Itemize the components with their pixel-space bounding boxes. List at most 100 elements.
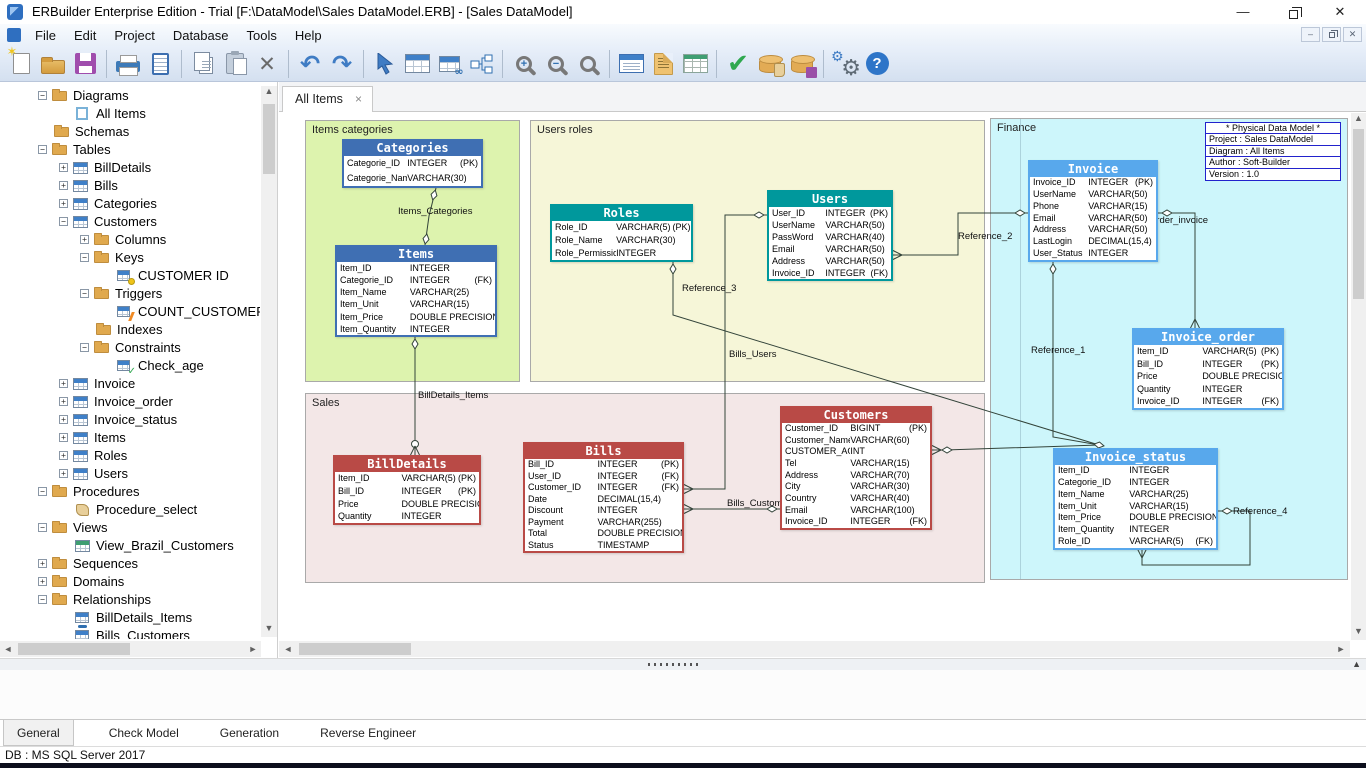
- menu-project[interactable]: Project: [105, 26, 163, 45]
- zoom-in-button[interactable]: +: [508, 48, 540, 80]
- model-info-box[interactable]: * Physical Data Model *Project : Sales D…: [1205, 122, 1341, 181]
- entity-invoice[interactable]: InvoiceInvoice_IDINTEGER(PK)UserNameVARC…: [1028, 160, 1158, 262]
- entity-categories[interactable]: CategoriesCategorie_IDINTEGER(PK)Categor…: [342, 139, 483, 188]
- tree-item-keys[interactable]: −Keys: [0, 248, 260, 266]
- help-button[interactable]: ?: [861, 48, 893, 80]
- expand-icon[interactable]: +: [80, 235, 89, 244]
- canvas-horizontal-scrollbar[interactable]: ◄ ►: [279, 641, 1350, 657]
- collapse-icon[interactable]: −: [38, 595, 47, 604]
- tree-item-relationships[interactable]: −Relationships: [0, 590, 260, 608]
- paste-button[interactable]: [219, 48, 251, 80]
- pointer-button[interactable]: [369, 48, 401, 80]
- diagram-canvas[interactable]: Items categoriesUsers rolesSalesFinanceI…: [279, 112, 1351, 641]
- tree-item-billdetails[interactable]: +BillDetails: [0, 158, 260, 176]
- entity-bills[interactable]: BillsBill_IDINTEGER(PK)User_IDINTEGER(FK…: [523, 442, 684, 553]
- output-tab-reverse-engineer[interactable]: Reverse Engineer: [307, 720, 429, 746]
- form-view-button[interactable]: [679, 48, 711, 80]
- collapse-icon[interactable]: −: [38, 487, 47, 496]
- zoom-button[interactable]: [572, 48, 604, 80]
- menu-edit[interactable]: Edit: [65, 26, 105, 45]
- model-tree-button[interactable]: [465, 48, 497, 80]
- tree-item-bills[interactable]: +Bills: [0, 176, 260, 194]
- redo-button[interactable]: ↷: [326, 48, 358, 80]
- tree-item-check-age[interactable]: ✓Check_age: [0, 356, 260, 374]
- entity-roles[interactable]: RolesRole_IDVARCHAR(5)(PK)Role_NameVARCH…: [550, 204, 693, 262]
- output-tab-general[interactable]: General: [3, 720, 74, 746]
- tree-horizontal-scrollbar[interactable]: ◄ ►: [0, 641, 261, 657]
- tree-item-triggers[interactable]: −Triggers: [0, 284, 260, 302]
- scrollbar-thumb[interactable]: [299, 643, 411, 655]
- entity-invoice-order[interactable]: Invoice_orderItem_IDVARCHAR(5)(PK)Bill_I…: [1132, 328, 1284, 410]
- canvas-vertical-scrollbar[interactable]: ▲ ▼: [1351, 113, 1366, 640]
- zoom-out-button[interactable]: −: [540, 48, 572, 80]
- expand-icon[interactable]: +: [59, 469, 68, 478]
- minimize-button[interactable]: —: [1228, 3, 1258, 21]
- tree-item-tables[interactable]: −Tables: [0, 140, 260, 158]
- scroll-right-icon[interactable]: ►: [1335, 644, 1347, 654]
- tree-item-diagrams[interactable]: −Diagrams: [0, 86, 260, 104]
- expand-icon[interactable]: +: [59, 199, 68, 208]
- collapse-icon[interactable]: −: [38, 523, 47, 532]
- report-button[interactable]: [144, 48, 176, 80]
- collapse-icon[interactable]: −: [80, 289, 89, 298]
- scrollbar-thumb[interactable]: [263, 104, 275, 174]
- collapse-icon[interactable]: −: [38, 91, 47, 100]
- delete-button[interactable]: ✕: [251, 48, 283, 80]
- entity-users[interactable]: UsersUser_IDINTEGER(PK)UserNameVARCHAR(5…: [767, 190, 893, 281]
- scroll-up-icon[interactable]: ▲: [1351, 113, 1366, 127]
- entity-items[interactable]: ItemsItem_IDINTEGERCategorie_IDINTEGER(F…: [335, 245, 497, 337]
- restore-button[interactable]: [1278, 3, 1308, 21]
- tree-vertical-scrollbar[interactable]: ▲ ▼: [261, 86, 277, 637]
- tree-item-procedure-select[interactable]: Procedure_select: [0, 500, 260, 518]
- expand-icon[interactable]: +: [59, 181, 68, 190]
- table-relations-button[interactable]: ∞: [433, 48, 465, 80]
- expand-icon[interactable]: +: [59, 397, 68, 406]
- expand-icon[interactable]: +: [59, 415, 68, 424]
- scroll-down-icon[interactable]: ▼: [261, 623, 277, 637]
- tree-item-indexes[interactable]: Indexes: [0, 320, 260, 338]
- collapse-icon[interactable]: −: [80, 253, 89, 262]
- tree-item-domains[interactable]: +Domains: [0, 572, 260, 590]
- tree-item-count-customers[interactable]: COUNT_CUSTOMERS: [0, 302, 260, 320]
- output-tab-check-model[interactable]: Check Model: [96, 720, 192, 746]
- tree-item-columns[interactable]: +Columns: [0, 230, 260, 248]
- mdi-minimize-button[interactable]: –: [1301, 27, 1320, 42]
- scrollbar-thumb[interactable]: [1353, 129, 1364, 299]
- expand-icon[interactable]: +: [38, 577, 47, 586]
- new-file-button[interactable]: ✶: [5, 48, 37, 80]
- tree-item-users[interactable]: +Users: [0, 464, 260, 482]
- expand-icon[interactable]: +: [59, 433, 68, 442]
- tree-item-roles[interactable]: +Roles: [0, 446, 260, 464]
- expand-icon[interactable]: +: [38, 559, 47, 568]
- print-button[interactable]: [112, 48, 144, 80]
- tree-item-views[interactable]: −Views: [0, 518, 260, 536]
- tree-item-procedures[interactable]: −Procedures: [0, 482, 260, 500]
- tree-item-customers[interactable]: −Customers: [0, 212, 260, 230]
- tree-item-schemas[interactable]: Schemas: [0, 122, 260, 140]
- tree-item-all-items[interactable]: All Items: [0, 104, 260, 122]
- menu-help[interactable]: Help: [286, 26, 331, 45]
- tree-item-items[interactable]: +Items: [0, 428, 260, 446]
- collapse-icon[interactable]: −: [38, 145, 47, 154]
- entity-invoice-status[interactable]: Invoice_statusItem_IDINTEGERCategorie_ID…: [1053, 448, 1218, 550]
- collapse-icon[interactable]: −: [59, 217, 68, 226]
- tree-item-customer-id[interactable]: CUSTOMER ID: [0, 266, 260, 284]
- tab-close-icon[interactable]: ×: [355, 92, 362, 106]
- scroll-up-icon[interactable]: ▲: [261, 86, 277, 100]
- scrollbar-thumb[interactable]: [18, 643, 130, 655]
- scroll-right-icon[interactable]: ►: [247, 644, 259, 654]
- tree-item-invoice-status[interactable]: +Invoice_status: [0, 410, 260, 428]
- entity-billdetails[interactable]: BillDetailsItem_IDVARCHAR(5)(PK)Bill_IDI…: [333, 455, 481, 525]
- tree-item-invoice[interactable]: +Invoice: [0, 374, 260, 392]
- menu-tools[interactable]: Tools: [237, 26, 285, 45]
- horizontal-splitter[interactable]: ▲: [0, 658, 1366, 670]
- mdi-restore-button[interactable]: [1322, 27, 1341, 42]
- tree-item-billdetails-items[interactable]: BillDetails_Items: [0, 608, 260, 626]
- tree-item-view-brazil-customers[interactable]: View_Brazil_Customers: [0, 536, 260, 554]
- collapse-icon[interactable]: −: [80, 343, 89, 352]
- open-project-button[interactable]: [37, 48, 69, 80]
- document-icon[interactable]: [7, 28, 21, 42]
- save-button[interactable]: [69, 48, 101, 80]
- entity-customers[interactable]: CustomersCustomer_IDBIGINT(PK)Customer_N…: [780, 406, 932, 530]
- report-document-button[interactable]: [647, 48, 679, 80]
